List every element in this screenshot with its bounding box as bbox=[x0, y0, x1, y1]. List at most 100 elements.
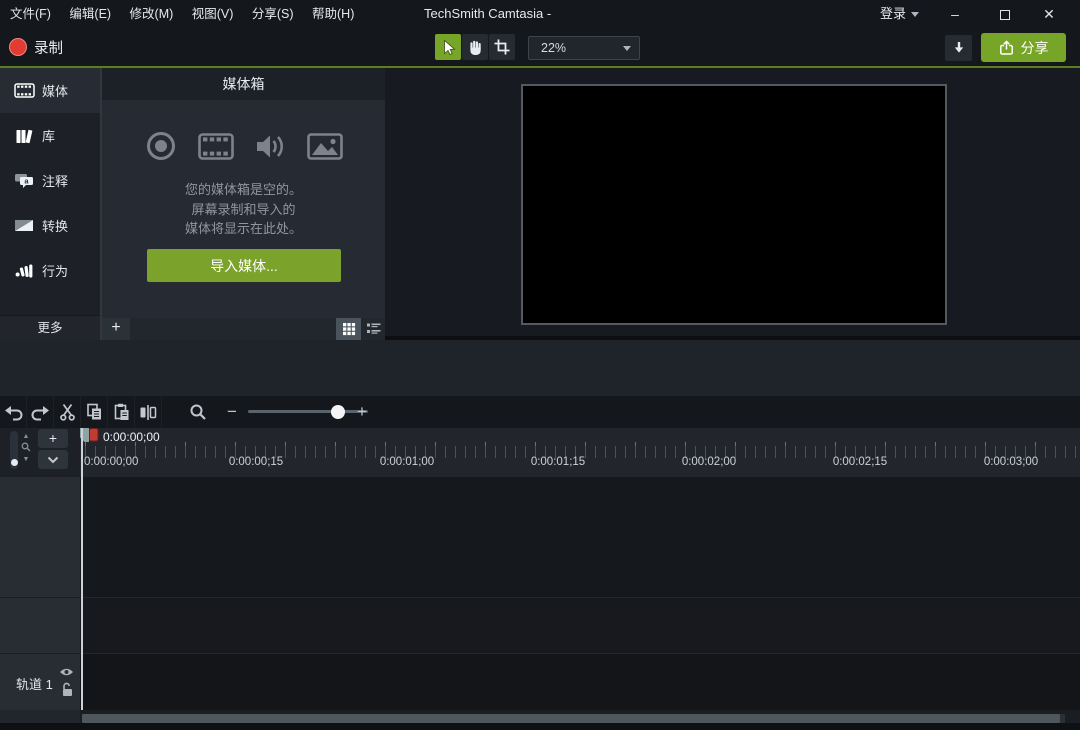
canvas-zoom-value: 22% bbox=[541, 37, 566, 59]
sign-in-button[interactable]: 登录 bbox=[880, 0, 919, 28]
track-1-name[interactable]: 轨道 1 bbox=[16, 674, 53, 693]
timeline-zoom-slider[interactable] bbox=[248, 410, 368, 413]
preview-canvas[interactable] bbox=[521, 84, 947, 325]
split-icon bbox=[139, 404, 157, 421]
empty-text-line: 屏幕录制和导入的 bbox=[102, 200, 385, 220]
menu-edit[interactable]: 编辑(E) bbox=[62, 0, 118, 28]
scrollbar-end-notch bbox=[1060, 714, 1065, 723]
redo-icon bbox=[31, 404, 50, 421]
timeline-zoom-out-button[interactable]: − bbox=[224, 396, 240, 428]
timeline-ruler[interactable]: 0:00:00;00 0:00:00;15 0:00:01;00 0:00:01… bbox=[80, 428, 1080, 477]
paste-button[interactable] bbox=[108, 396, 135, 428]
record-button[interactable]: 录制 bbox=[34, 37, 63, 58]
sidebar-item-library[interactable]: 库 bbox=[0, 113, 100, 158]
timeline-toolbar: − + bbox=[0, 396, 1080, 428]
cut-button[interactable] bbox=[54, 396, 81, 428]
menu-modify[interactable]: 修改(M) bbox=[123, 0, 181, 28]
list-icon bbox=[366, 322, 381, 336]
track-headers-column: 轨道 1 bbox=[0, 477, 80, 710]
maximize-icon bbox=[1000, 10, 1010, 20]
chevron-down-icon bbox=[47, 456, 59, 464]
sidebar-more-button[interactable]: 更多 bbox=[0, 315, 100, 340]
canvas-zoom-dropdown[interactable]: 22% bbox=[528, 36, 640, 60]
camtasia-window: 文件(F) 编辑(E) 修改(M) 视图(V) 分享(S) 帮助(H) Tech… bbox=[0, 0, 1080, 730]
track-height-controls: ▲ ▼ + bbox=[0, 428, 80, 477]
pan-tool-button[interactable] bbox=[462, 34, 488, 60]
cursor-tool-button[interactable] bbox=[435, 34, 461, 60]
add-track-button[interactable]: + bbox=[38, 429, 68, 448]
sidebar-item-transitions[interactable]: 转换 bbox=[0, 203, 100, 248]
menu-view[interactable]: 视图(V) bbox=[185, 0, 241, 28]
window-bottom-strip bbox=[0, 723, 1080, 730]
record-icon[interactable] bbox=[9, 38, 27, 56]
timeline-zoom-slider-thumb[interactable] bbox=[331, 405, 345, 419]
books-icon bbox=[11, 128, 37, 144]
media-bin-empty-icons bbox=[102, 130, 385, 162]
track-height-decrease-icon[interactable]: ▼ bbox=[21, 456, 31, 463]
image-icon bbox=[307, 133, 343, 160]
menu-file[interactable]: 文件(F) bbox=[3, 0, 58, 28]
speaker-icon bbox=[255, 132, 286, 161]
grid-icon bbox=[342, 322, 356, 336]
ruler-label: 0:00:03;00 bbox=[984, 456, 1038, 468]
lock-open-icon bbox=[61, 682, 74, 697]
horizontal-scrollbar[interactable] bbox=[82, 714, 1060, 723]
magnifier-icon bbox=[21, 442, 31, 452]
track-height-slider-thumb[interactable] bbox=[11, 459, 18, 466]
share-icon bbox=[999, 40, 1014, 56]
ruler-label: 0:00:00;00 bbox=[84, 456, 138, 468]
playhead-time-label: 0:00:00;00 bbox=[103, 430, 160, 444]
sidebar-item-label: 转换 bbox=[42, 216, 68, 235]
copy-button[interactable] bbox=[81, 396, 108, 428]
export-local-button[interactable] bbox=[945, 35, 972, 61]
media-bin-empty-text: 您的媒体箱是空的。 屏幕录制和导入的 媒体将显示在此处。 bbox=[102, 180, 385, 239]
track-1-lane[interactable] bbox=[80, 653, 1080, 710]
undo-button[interactable] bbox=[0, 396, 27, 428]
sidebar-item-label: 注释 bbox=[42, 171, 68, 190]
sidebar-item-media[interactable]: 媒体 bbox=[0, 68, 100, 113]
sidebar-item-annotations[interactable]: a 注释 bbox=[0, 158, 100, 203]
ruler-label: 0:00:00;15 bbox=[229, 456, 283, 468]
download-icon bbox=[950, 40, 968, 56]
track-lock-toggle[interactable] bbox=[61, 682, 74, 697]
sidebar-item-behaviors[interactable]: 行为 bbox=[0, 248, 100, 293]
split-button[interactable] bbox=[135, 396, 162, 428]
cursor-icon bbox=[439, 38, 457, 56]
import-media-button[interactable]: 导入媒体... bbox=[147, 249, 341, 282]
filmstrip-icon bbox=[198, 133, 234, 160]
sidebar-item-label: 媒体 bbox=[42, 81, 68, 100]
scissors-icon bbox=[59, 403, 76, 421]
menu-items: 文件(F) 编辑(E) 修改(M) 视图(V) 分享(S) 帮助(H) bbox=[3, 0, 361, 28]
share-button-label: 分享 bbox=[1021, 38, 1049, 58]
filmstrip-icon bbox=[11, 83, 37, 98]
crop-icon bbox=[493, 38, 511, 56]
copy-icon bbox=[86, 403, 103, 421]
window-title: TechSmith Camtasia - bbox=[424, 0, 551, 28]
hand-icon bbox=[467, 39, 484, 56]
close-button[interactable]: ✕ bbox=[1036, 0, 1062, 28]
share-button[interactable]: 分享 bbox=[981, 33, 1066, 62]
media-bin-panel: 媒体箱 bbox=[100, 68, 385, 340]
add-media-button[interactable]: + bbox=[102, 318, 130, 340]
track-height-increase-icon[interactable]: ▲ bbox=[21, 433, 31, 440]
record-circle-icon bbox=[145, 130, 177, 162]
menu-share[interactable]: 分享(S) bbox=[245, 0, 301, 28]
paste-icon bbox=[113, 403, 130, 421]
sidebar-item-label: 库 bbox=[42, 126, 55, 145]
maximize-button[interactable] bbox=[992, 0, 1018, 28]
chevron-down-icon bbox=[911, 12, 919, 17]
minimize-button[interactable]: – bbox=[942, 0, 968, 28]
list-view-button[interactable] bbox=[361, 318, 386, 340]
crop-tool-button[interactable] bbox=[489, 34, 515, 60]
track-options-button[interactable] bbox=[38, 450, 68, 469]
track-visibility-toggle[interactable] bbox=[59, 667, 74, 677]
timeline-empty-area[interactable] bbox=[80, 477, 1080, 597]
redo-button[interactable] bbox=[27, 396, 54, 428]
menu-help[interactable]: 帮助(H) bbox=[305, 0, 361, 28]
playhead-line[interactable] bbox=[81, 428, 83, 710]
timeline-zoom-in-button[interactable]: + bbox=[354, 396, 370, 428]
timeline-empty-row[interactable] bbox=[80, 597, 1080, 653]
empty-text-line: 您的媒体箱是空的。 bbox=[102, 180, 385, 200]
grid-view-button[interactable] bbox=[336, 318, 361, 340]
media-bin-bottom-bar: + bbox=[102, 318, 385, 340]
